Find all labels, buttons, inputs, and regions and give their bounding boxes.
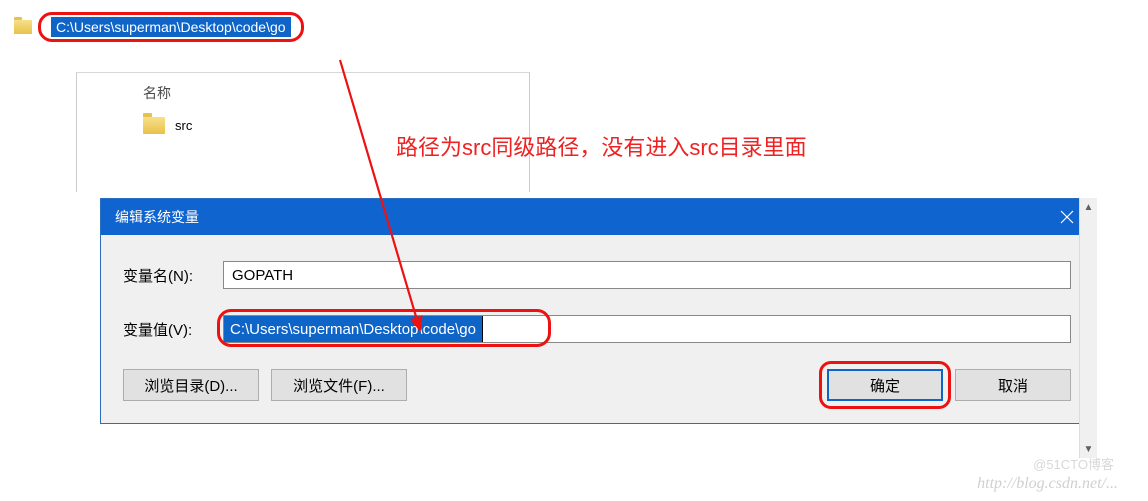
variable-value-label: 变量值(V): <box>123 319 223 340</box>
variable-name-label: 变量名(N): <box>123 265 223 286</box>
explorer-header: C:\Users\superman\Desktop\code\go <box>14 0 544 42</box>
watermark-url: http://blog.csdn.net/... <box>977 475 1118 493</box>
ok-button[interactable]: 确定 <box>827 369 943 401</box>
variable-name-input[interactable] <box>223 261 1071 289</box>
close-icon <box>1060 210 1074 224</box>
address-highlight-annotation: C:\Users\superman\Desktop\code\go <box>38 12 304 42</box>
column-header-name[interactable]: 名称 <box>93 79 513 113</box>
browse-file-button[interactable]: 浏览文件(F)... <box>271 369 407 401</box>
dialog-title: 编辑系统变量 <box>115 207 199 227</box>
variable-value-selected-text: C:\Users\superman\Desktop\code\go <box>224 316 483 342</box>
cancel-button[interactable]: 取消 <box>955 369 1071 401</box>
address-bar-text[interactable]: C:\Users\superman\Desktop\code\go <box>51 17 291 37</box>
folder-icon <box>14 20 32 34</box>
file-name: src <box>175 118 192 133</box>
edit-system-variable-dialog: 编辑系统变量 变量名(N): 变量值(V): C:\Users\superman… <box>100 198 1094 424</box>
folder-icon <box>143 117 165 134</box>
scroll-up-icon[interactable]: ▲ <box>1080 198 1097 216</box>
vertical-scrollbar[interactable]: ▲ ▼ <box>1079 198 1097 458</box>
watermark-text: @51CTO博客 <box>1033 454 1114 473</box>
dialog-titlebar[interactable]: 编辑系统变量 <box>101 199 1093 235</box>
annotation-text: 路径为src同级路径，没有进入src目录里面 <box>396 130 807 162</box>
browse-directory-button[interactable]: 浏览目录(D)... <box>123 369 259 401</box>
